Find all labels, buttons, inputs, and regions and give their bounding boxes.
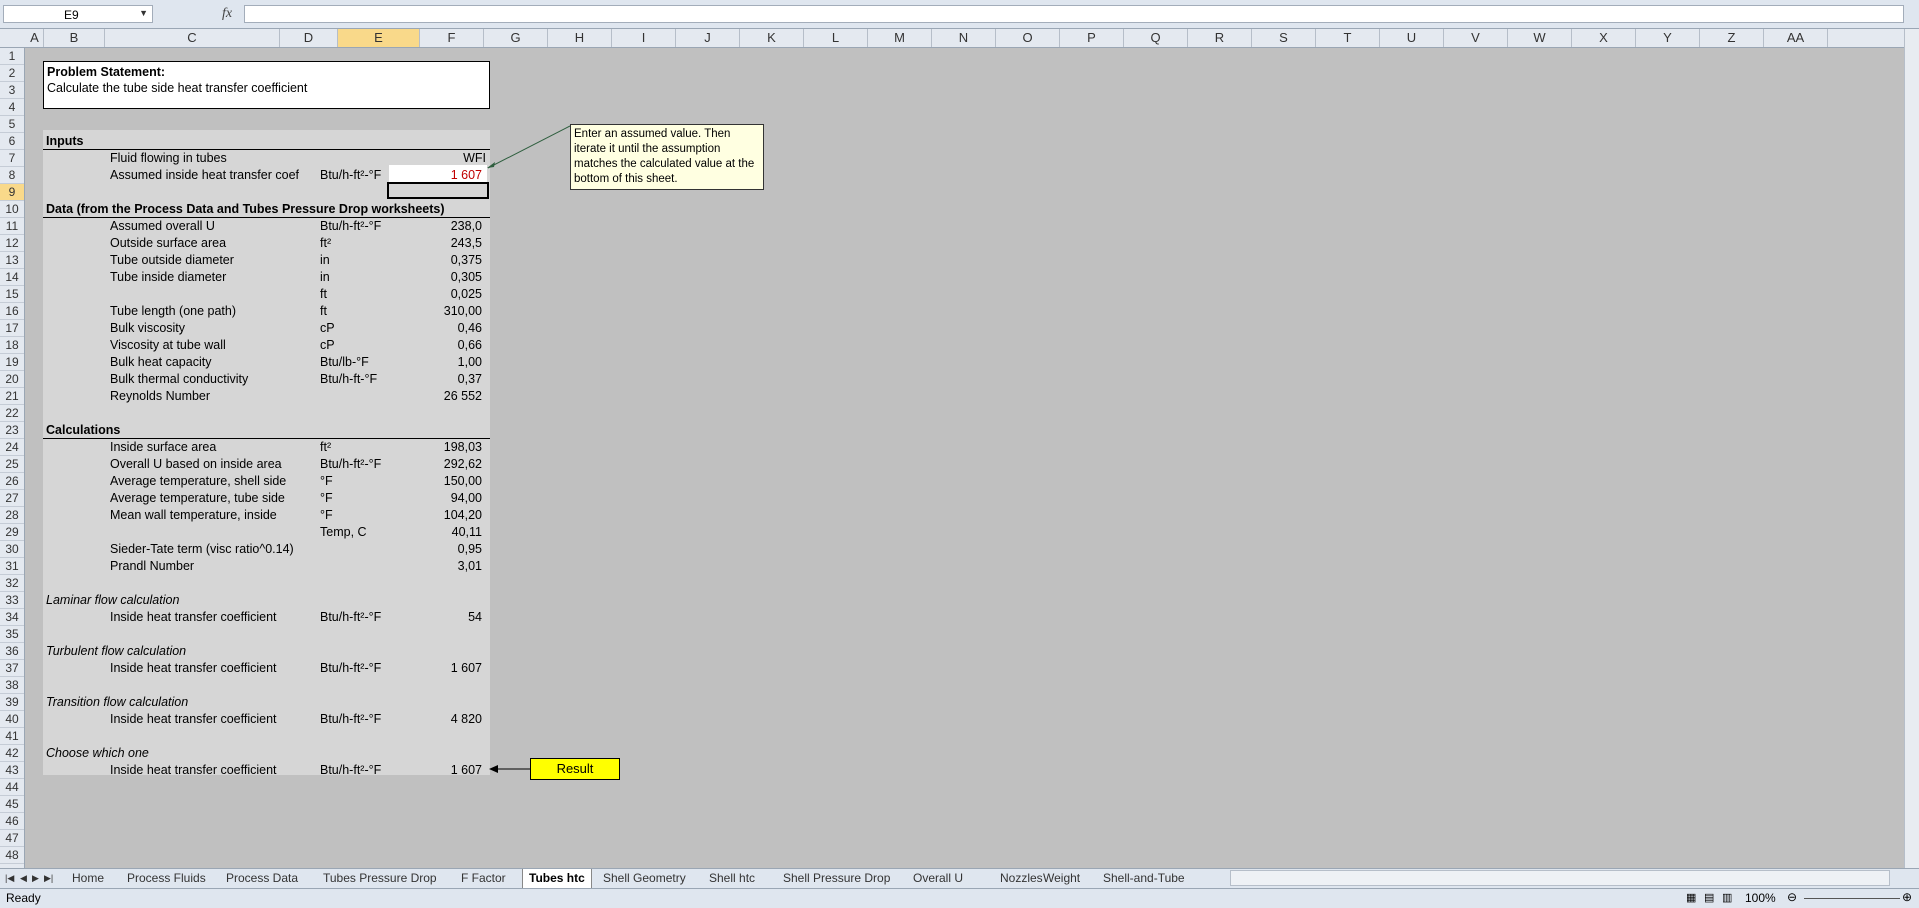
sheet-tab-process-fluids[interactable]: Process Fluids [127,869,206,888]
arrow-connectors [487,125,571,773]
sheet-tab-shell-pressure-drop[interactable]: Shell Pressure Drop [783,869,890,888]
last-sheet-icon[interactable]: ▶| [44,869,53,888]
next-sheet-icon[interactable]: ▶ [32,869,39,888]
note-arrow-line [487,125,571,169]
page-layout-icon[interactable]: ▤ [1704,891,1714,904]
first-sheet-icon[interactable]: |◀ [5,869,14,888]
zoom-level[interactable]: 100% [1745,891,1776,905]
page-break-icon[interactable]: ▥ [1722,891,1732,904]
zoom-slider[interactable] [1804,898,1900,899]
sheet-tab-f-factor[interactable]: F Factor [461,869,506,888]
sheet-tab-shell-htc[interactable]: Shell htc [709,869,755,888]
status-bar: Ready ▦ ▤ ▥ 100% ⊖ ⊕ [0,888,1919,908]
normal-view-icon[interactable]: ▦ [1686,891,1696,904]
zoom-out-icon[interactable]: ⊖ [1787,890,1797,904]
sheet-tab-shell-geometry[interactable]: Shell Geometry [603,869,686,888]
vertical-scrollbar[interactable] [1904,29,1919,868]
sheet-tab-overall-u[interactable]: Overall U [913,869,963,888]
prev-sheet-icon[interactable]: ◀ [20,869,27,888]
sheet-tab-nozzles[interactable]: Nozzles [1000,869,1043,888]
sheet-tab-shell-and-tube[interactable]: Shell-and-Tube [1103,869,1185,888]
sheet-tab-tubes-pressure-drop[interactable]: Tubes Pressure Drop [323,869,437,888]
result-arrow-head [489,765,498,773]
sheet-tab-process-data[interactable]: Process Data [226,869,298,888]
sheet-tab-tubes-htc[interactable]: Tubes htc [522,869,592,888]
horizontal-scrollbar[interactable] [1230,870,1890,886]
status-ready: Ready [6,891,41,905]
sheet-tab-weight[interactable]: Weight [1043,869,1080,888]
note-arrow-head [487,162,495,168]
sheet-tab-home[interactable]: Home [72,869,104,888]
zoom-in-icon[interactable]: ⊕ [1902,890,1912,904]
